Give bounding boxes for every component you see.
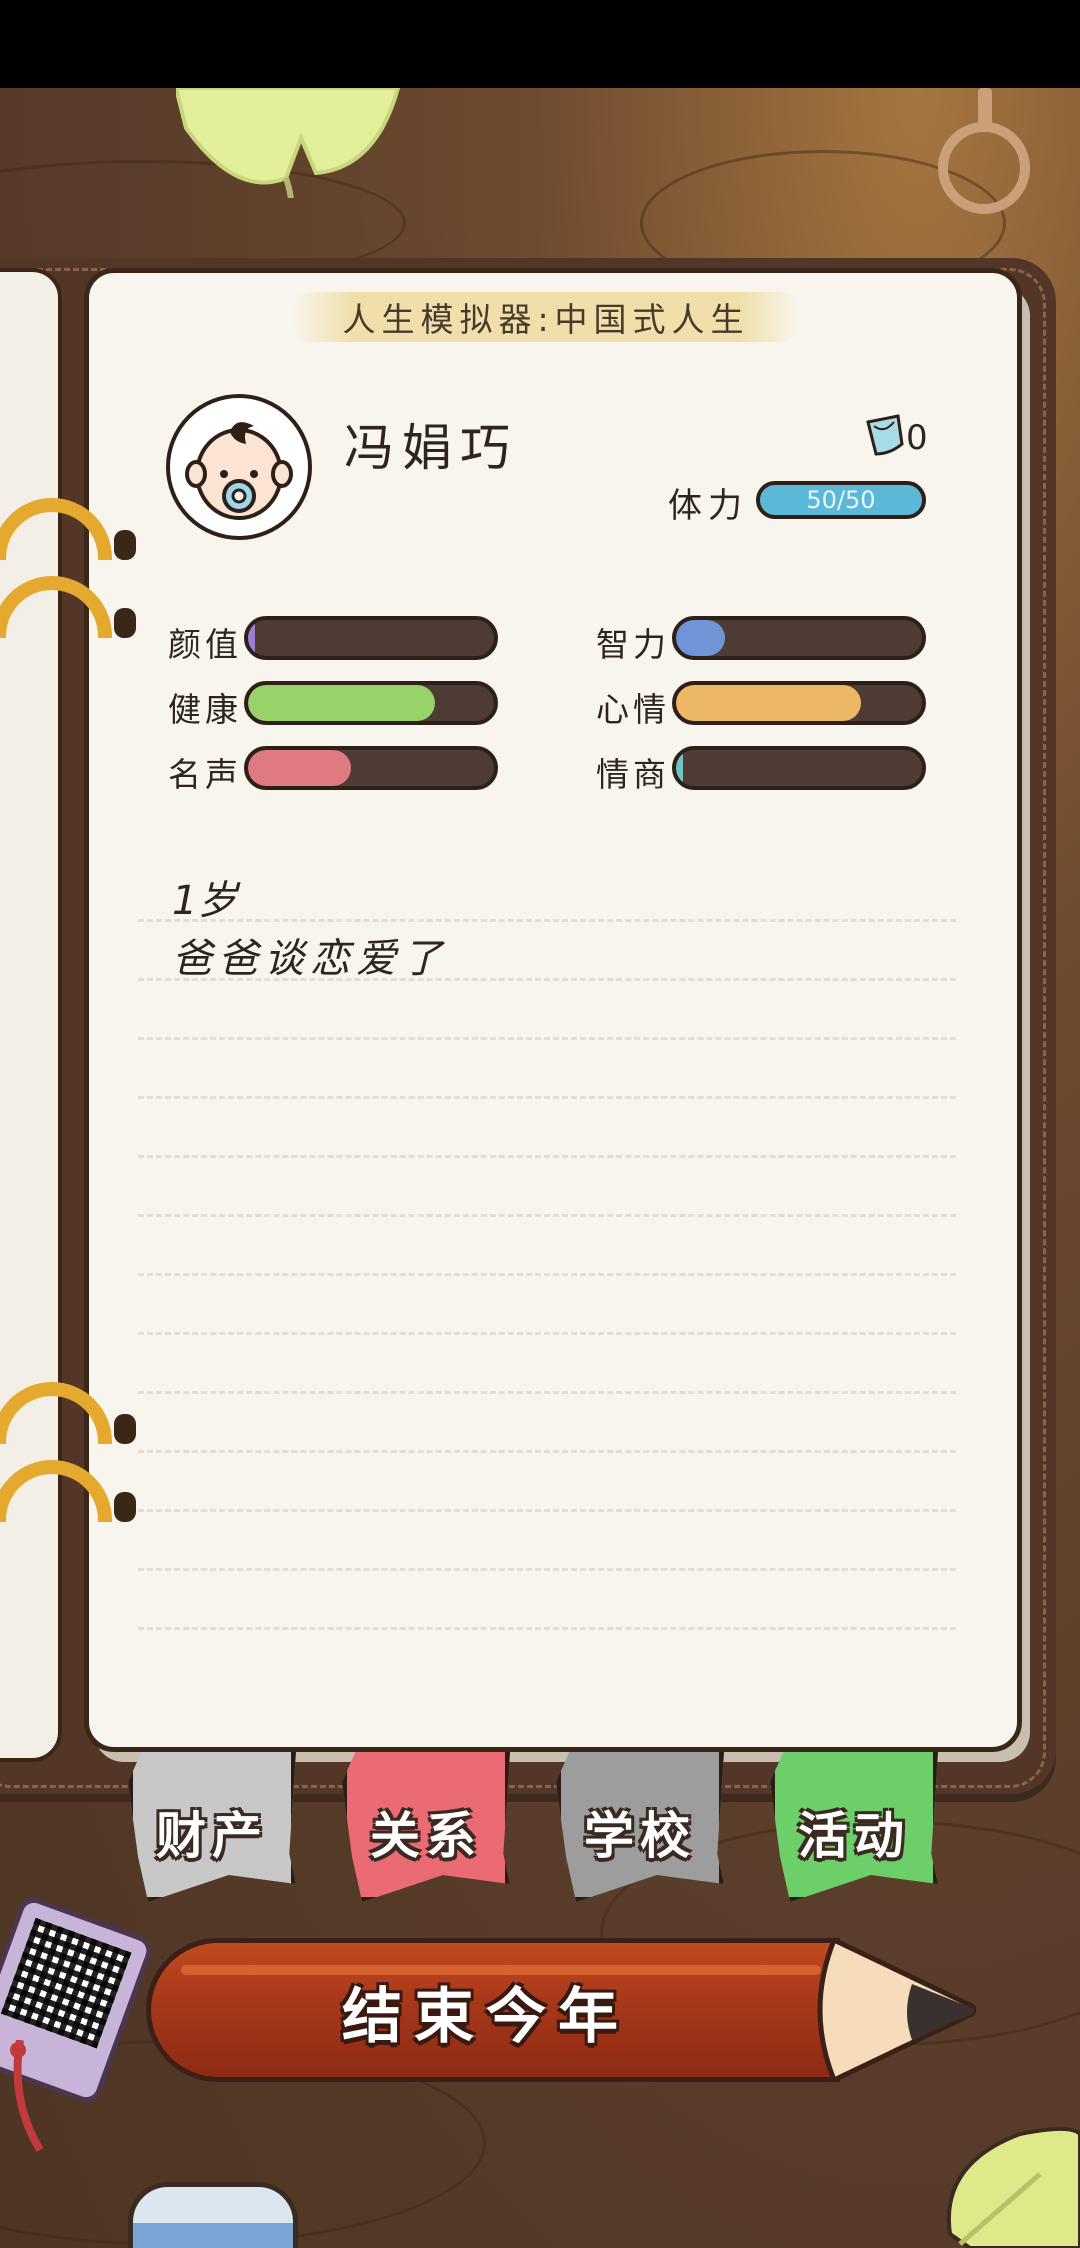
ruled-line — [138, 1450, 956, 1453]
stamina-bar: 50/50 — [756, 481, 926, 519]
stat-fill — [676, 685, 861, 721]
tassel-icon — [10, 2040, 44, 2153]
end-year-button[interactable]: 结束今年 — [146, 1938, 976, 2082]
ruled-line — [138, 1627, 956, 1630]
stat-label-appearance: 颜值 — [168, 625, 242, 664]
ruled-line — [138, 1509, 956, 1512]
stat-bar-mood — [672, 681, 926, 725]
binder-ring-end — [114, 1414, 136, 1444]
stat-label-health: 健康 — [168, 690, 242, 729]
stat-bar-intelligence — [672, 616, 926, 660]
binder-ring-end — [114, 530, 136, 560]
ruled-line — [138, 1037, 956, 1040]
binder-ring-end — [114, 608, 136, 638]
log-event: 爸爸谈恋爱了 — [172, 936, 448, 982]
status-bar — [0, 0, 1080, 88]
stat-label-eq: 情商 — [596, 755, 670, 794]
ruled-line — [138, 1155, 956, 1158]
tab-label: 活动 — [798, 1807, 910, 1865]
tissue-icon[interactable] — [864, 414, 906, 458]
end-year-label: 结束今年 — [342, 1982, 630, 2052]
stat-fill — [676, 750, 684, 786]
tab-label: 财产 — [156, 1807, 268, 1865]
ruled-line — [138, 1568, 956, 1571]
stamina-value: 50/50 — [806, 486, 876, 514]
tab-label: 学校 — [584, 1807, 696, 1865]
eraser-icon — [128, 2182, 298, 2248]
stat-label-intelligence: 智力 — [596, 625, 670, 664]
tab-school[interactable]: 学校 — [556, 1752, 724, 1902]
stat-bar-eq — [672, 746, 926, 790]
ruled-line — [138, 1214, 956, 1217]
binder-ring-end — [114, 1492, 136, 1522]
ruled-line — [138, 1391, 956, 1394]
stat-bar-health — [244, 681, 498, 725]
stat-fill — [248, 685, 435, 721]
title-banner: 人生模拟器:中国式人生 — [292, 292, 800, 342]
ruled-line — [138, 1096, 956, 1099]
tissue-count: 0 — [906, 418, 928, 458]
left-page — [0, 268, 62, 1762]
stat-fill — [248, 620, 256, 656]
tab-activities[interactable]: 活动 — [770, 1752, 938, 1902]
qr-code-icon — [0, 1917, 132, 2049]
log-age: 1岁 — [172, 878, 238, 924]
tab-assets[interactable]: 财产 — [128, 1752, 296, 1902]
stat-label-mood: 心情 — [596, 690, 670, 729]
app-title: 人生模拟器:中国式人生 — [342, 300, 750, 339]
tab-relationships[interactable]: 关系 — [342, 1752, 510, 1902]
tab-label: 关系 — [370, 1807, 482, 1865]
stamina-label: 体力 — [668, 486, 748, 526]
ginkgo-leaf-icon — [946, 2127, 1080, 2248]
stat-fill — [676, 620, 726, 656]
hanging-ring-icon — [938, 122, 1030, 214]
stat-label-fame: 名声 — [168, 755, 242, 794]
stat-bar-appearance — [244, 616, 498, 660]
ruled-line — [138, 1332, 956, 1335]
avatar[interactable] — [166, 394, 312, 540]
baby-face-icon — [185, 422, 293, 520]
stat-fill — [248, 750, 352, 786]
ginkgo-leaf-icon — [176, 88, 401, 198]
ruled-line — [138, 919, 956, 922]
stat-bar-fame — [244, 746, 498, 790]
eraser-band — [133, 2223, 293, 2248]
ruled-line — [138, 1273, 956, 1276]
player-name: 冯娟巧 — [344, 419, 518, 477]
